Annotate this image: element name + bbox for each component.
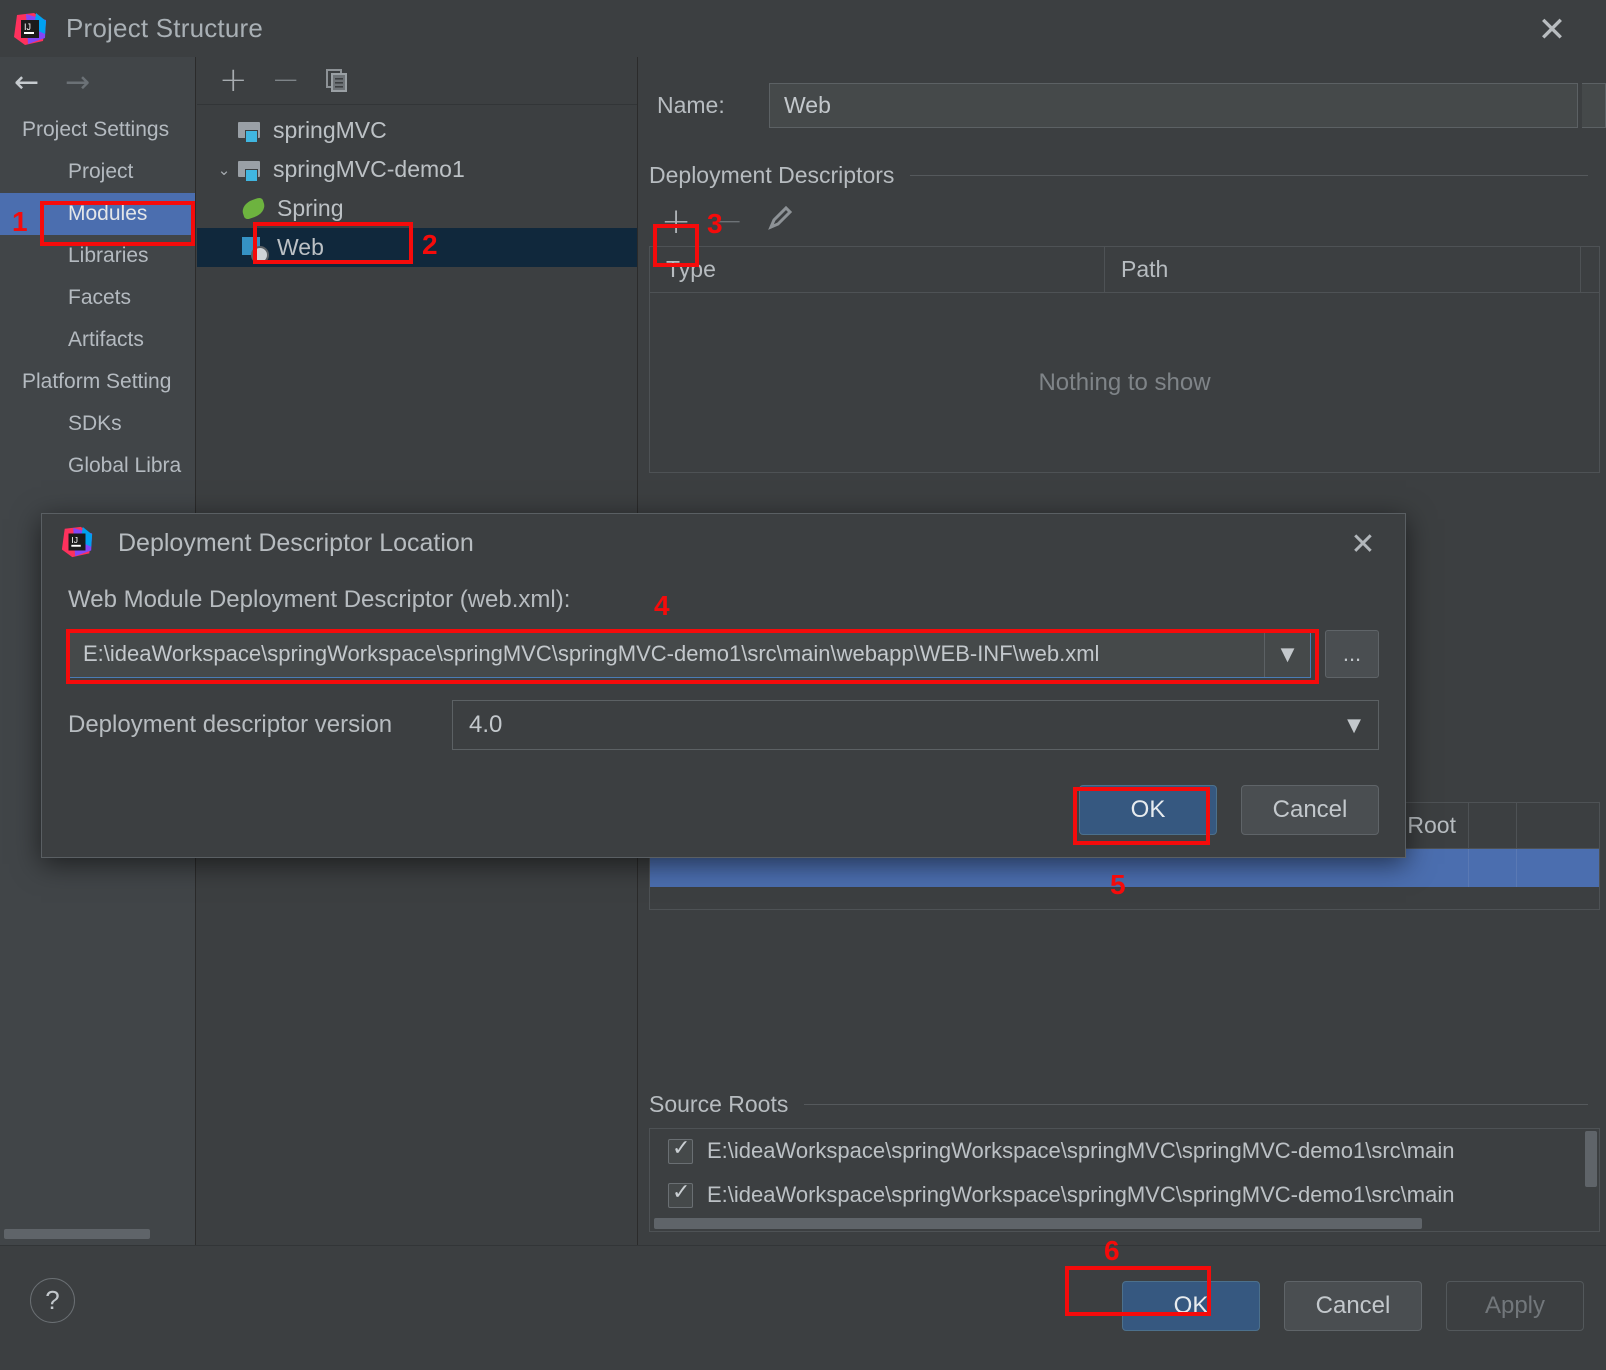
descriptor-version-select[interactable]: 4.0 ▼ [452, 700, 1379, 750]
name-field-spinner[interactable] [1582, 83, 1606, 128]
sidebar-item-sdks[interactable]: SDKs [0, 403, 195, 445]
modal-titlebar: IJ Deployment Descriptor Location ✕ [42, 514, 1405, 572]
close-icon[interactable]: ✕ [1532, 10, 1572, 50]
screenshot-root: IJ Project Structure ✕ ← → Project Setti… [0, 0, 1606, 1370]
tree-node-label: Web [277, 234, 324, 260]
web-xml-path-input[interactable]: E:\ideaWorkspace\springWorkspace\springM… [68, 630, 1311, 678]
module-name-row: Name: Web [639, 57, 1606, 128]
column-header-spacer-c [1517, 803, 1599, 848]
module-tree-toolbar: + − [197, 57, 637, 105]
plus-icon[interactable]: + [661, 204, 691, 240]
descriptor-version-value: 4.0 [469, 711, 503, 738]
spring-leaf-icon [241, 196, 267, 222]
deployment-descriptor-location-dialog: IJ Deployment Descriptor Location ✕ Web … [41, 513, 1406, 858]
source-root-path: E:\ideaWorkspace\springWorkspace\springM… [707, 1138, 1455, 1163]
table-cell [1469, 849, 1517, 887]
window-titlebar: IJ Project Structure ✕ [0, 0, 1606, 57]
apply-button[interactable]: Apply [1446, 1281, 1584, 1331]
intellij-idea-logo-icon: IJ [12, 11, 48, 47]
checkbox-checked-icon[interactable] [668, 1180, 693, 1208]
descriptor-version-label: Deployment descriptor version [68, 711, 393, 738]
list-item[interactable]: E:\ideaWorkspace\springWorkspace\springM… [650, 1173, 1599, 1217]
tree-node-springmvc-demo1[interactable]: ⌄ springMVC-demo1 [197, 150, 637, 189]
section-divider [804, 1104, 1588, 1105]
help-question-icon[interactable]: ? [30, 1278, 75, 1323]
tree-node-label: Spring [277, 195, 344, 221]
source-roots-vertical-scrollbar[interactable] [1585, 1131, 1597, 1187]
section-title: Deployment Descriptors [649, 162, 895, 188]
modal-title: Deployment Descriptor Location [118, 528, 474, 557]
sidebar-item-facets[interactable]: Facets [0, 277, 195, 319]
deployment-descriptors-table: Type Path Nothing to show [649, 246, 1600, 473]
table-header-row: Type Path [650, 247, 1599, 293]
column-header-type[interactable]: Type [650, 247, 1105, 292]
plus-icon[interactable]: + [219, 63, 248, 97]
web-xml-path-value: E:\ideaWorkspace\springWorkspace\springM… [83, 641, 1100, 666]
module-folder-icon [237, 157, 263, 183]
source-roots-section: Source Roots E:\ideaWorkspace\springWork… [639, 1057, 1606, 1232]
tree-node-springmvc[interactable]: springMVC [197, 111, 637, 150]
web-facet-icon [241, 235, 269, 264]
modal-actions: OK Cancel [1079, 785, 1379, 835]
chevron-down-icon[interactable]: ▼ [1330, 715, 1378, 736]
minus-icon[interactable]: − [713, 203, 743, 239]
web-xml-path-row: E:\ideaWorkspace\springWorkspace\springM… [68, 630, 1379, 678]
svg-text:IJ: IJ [71, 535, 78, 545]
list-item[interactable]: E:\ideaWorkspace\springWorkspace\springM… [650, 1129, 1599, 1173]
deployment-descriptors-section-header: Deployment Descriptors [649, 162, 1606, 189]
table-empty-message: Nothing to show [1038, 368, 1211, 396]
tree-node-spring[interactable]: Spring [197, 189, 637, 228]
descriptor-version-row: Deployment descriptor version 4.0 ▼ [68, 700, 1379, 750]
intellij-idea-logo-icon: IJ [60, 525, 96, 561]
checkbox-checked-icon[interactable] [668, 1136, 693, 1164]
arrow-left-icon[interactable]: ← [14, 68, 39, 98]
sidebar-item-libraries[interactable]: Libraries [0, 235, 195, 277]
cancel-button[interactable]: Cancel [1284, 1281, 1422, 1331]
deployment-descriptors-toolbar: + − [639, 199, 1606, 246]
svg-text:IJ: IJ [24, 22, 31, 32]
source-roots-list: E:\ideaWorkspace\springWorkspace\springM… [649, 1128, 1600, 1232]
sidebar-group-project-settings: Project Settings [22, 118, 170, 141]
sidebar-group-platform-settings: Platform Setting [22, 370, 172, 393]
source-root-path: E:\ideaWorkspace\springWorkspace\springM… [707, 1182, 1455, 1207]
window-title: Project Structure [66, 13, 264, 43]
name-label: Name: [657, 92, 725, 118]
pencil-icon[interactable] [765, 203, 795, 240]
chevron-down-icon[interactable]: ▼ [1264, 631, 1310, 677]
sidebar-horizontal-scrollbar[interactable] [4, 1229, 150, 1239]
source-roots-horizontal-scrollbar[interactable] [654, 1218, 1422, 1229]
module-folder-icon [237, 118, 263, 144]
copy-icon[interactable] [324, 68, 350, 94]
close-icon[interactable]: ✕ [1345, 526, 1381, 562]
section-divider [910, 175, 1588, 176]
column-header-spacer [1581, 247, 1599, 292]
sidebar-nav-arrows: ← → [0, 57, 195, 109]
modal-ok-button[interactable]: OK [1079, 785, 1217, 835]
web-xml-field-label: Web Module Deployment Descriptor (web.xm… [68, 586, 571, 613]
column-header-spacer-b [1469, 803, 1517, 848]
dialog-footer: ? OK Cancel Apply [0, 1245, 1606, 1370]
modal-cancel-button[interactable]: Cancel [1241, 785, 1379, 835]
section-title: Source Roots [649, 1091, 789, 1117]
sidebar-item-project[interactable]: Project [0, 151, 195, 193]
tree-node-web[interactable]: Web [197, 228, 637, 267]
ok-button[interactable]: OK [1122, 1281, 1260, 1331]
sidebar-item-artifacts[interactable]: Artifacts [0, 319, 195, 361]
arrow-right-icon[interactable]: → [65, 68, 90, 98]
module-tree-list: springMVC ⌄ springMVC-demo1 Spring Web [197, 105, 637, 267]
table-cell [1517, 849, 1599, 887]
footer-actions: OK Cancel Apply [1122, 1281, 1584, 1331]
name-input[interactable]: Web [769, 83, 1578, 128]
minus-icon[interactable]: − [272, 63, 301, 98]
source-roots-section-header: Source Roots [649, 1091, 1606, 1118]
sidebar-item-global-libraries[interactable]: Global Libra [0, 445, 195, 487]
tree-node-label: springMVC-demo1 [273, 156, 465, 182]
sidebar-item-modules[interactable]: Modules [0, 193, 195, 235]
browse-button[interactable]: ... [1325, 630, 1379, 678]
column-header-path[interactable]: Path [1105, 247, 1581, 292]
chevron-down-icon[interactable]: ⌄ [211, 161, 237, 179]
tree-node-label: springMVC [273, 117, 387, 143]
